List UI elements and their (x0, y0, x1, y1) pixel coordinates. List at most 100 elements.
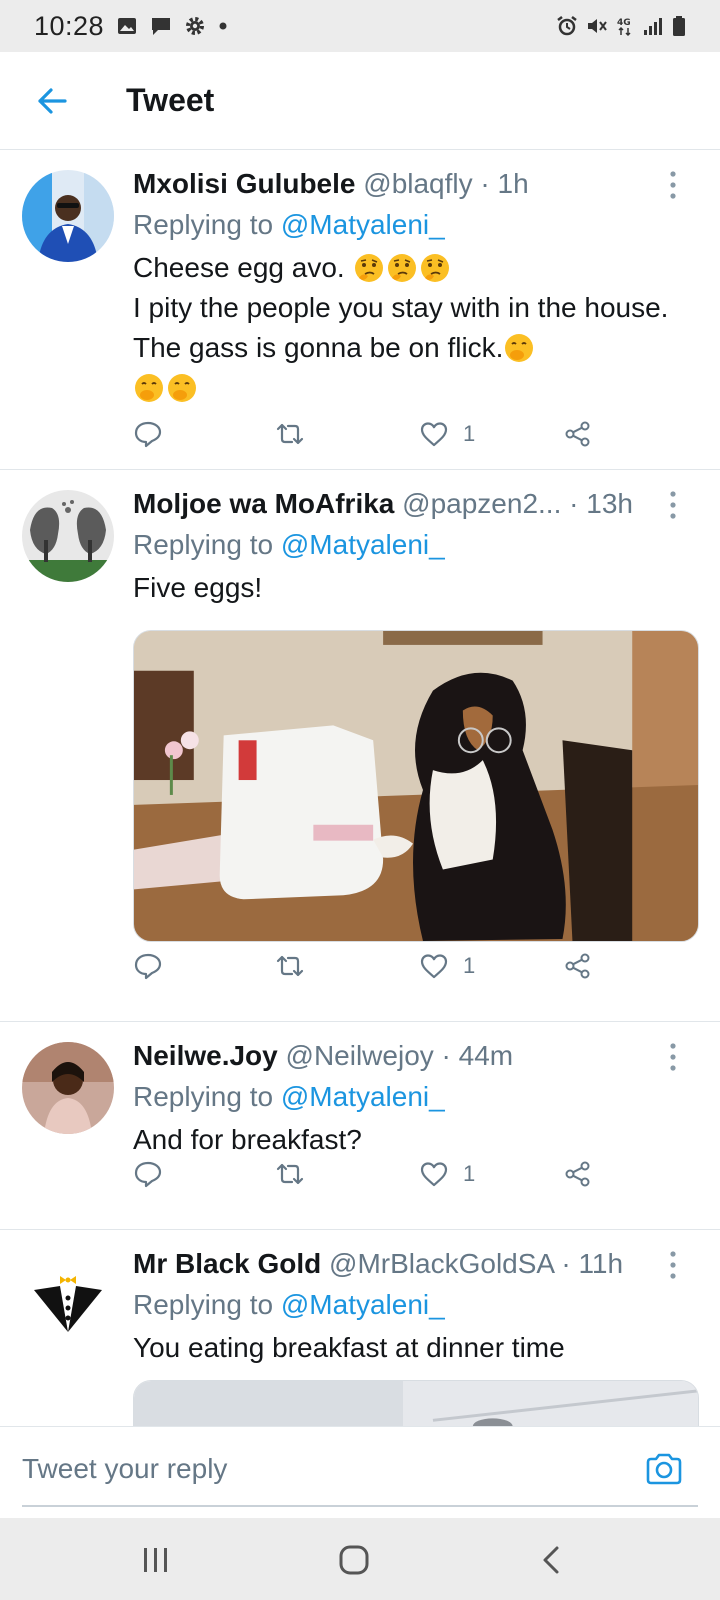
chevron-left-icon (543, 1546, 559, 1574)
tweet-author-name[interactable]: Neilwe.Joy (133, 1040, 278, 1071)
thinking-face-emoji-icon (419, 252, 451, 284)
more-vertical-icon (670, 171, 676, 199)
separator-dot: · (569, 488, 579, 519)
more-options-button[interactable] (666, 1042, 680, 1072)
comment-icon (134, 421, 162, 448)
signal-icon (642, 15, 664, 37)
more-notifications-dot-icon (218, 15, 228, 37)
retweet-button[interactable] (275, 1159, 305, 1189)
camera-icon (646, 1453, 682, 1485)
separator-dot: · (561, 1248, 571, 1279)
tweet-reply[interactable]: Moljoe wa MoAfrika @papzen2... · 13h Rep… (0, 470, 720, 1022)
like-button[interactable]: 1 (419, 419, 475, 449)
retweet-button[interactable] (275, 951, 305, 981)
replying-to-label: Replying to (133, 1289, 281, 1320)
heart-icon (420, 1162, 448, 1187)
like-count: 1 (463, 421, 476, 446)
more-options-button[interactable] (666, 170, 680, 200)
mention-link[interactable]: @Matyaleni_ (281, 529, 445, 560)
like-count: 1 (463, 1161, 476, 1186)
comment-icon (134, 1161, 162, 1188)
avatar[interactable] (22, 1250, 114, 1342)
thinking-face-emoji-icon (353, 252, 385, 284)
battery-icon (672, 15, 686, 37)
tweet-text: Cheese egg avo. I pity the people you st… (133, 248, 690, 408)
mention-link[interactable]: @Matyaleni_ (281, 1081, 445, 1112)
more-vertical-icon (670, 1043, 676, 1071)
like-button[interactable]: 1 (419, 1159, 475, 1189)
separator-dot: · (480, 168, 490, 199)
camera-button[interactable] (644, 1449, 684, 1489)
like-button[interactable]: 1 (419, 951, 475, 981)
retweet-icon (276, 1163, 304, 1185)
tweet-media-image[interactable] (133, 630, 699, 942)
replying-to-line: Replying to @Matyaleni_ (133, 204, 690, 246)
recent-apps-button[interactable] (136, 1540, 176, 1580)
back-button[interactable] (30, 79, 74, 123)
mention-link[interactable]: @Matyaleni_ (281, 1289, 445, 1320)
more-vertical-icon (670, 491, 676, 519)
recent-apps-icon (144, 1548, 167, 1572)
like-count: 1 (463, 953, 476, 978)
tweet-author-name[interactable]: Mxolisi Gulubele (133, 168, 355, 199)
reply-button[interactable] (133, 951, 163, 981)
message-notification-icon (150, 15, 172, 37)
tweet-author-name[interactable]: Moljoe wa MoAfrika (133, 488, 394, 519)
input-underline (22, 1505, 698, 1507)
share-icon (565, 953, 590, 979)
replying-to-label: Replying to (133, 209, 281, 240)
replying-to-line: Replying to @Matyaleni_ (133, 1076, 690, 1118)
more-options-button[interactable] (666, 490, 680, 520)
mention-link[interactable]: @Matyaleni_ (281, 209, 445, 240)
tweet-timestamp: 1h (497, 168, 529, 199)
tweet-text: Five eggs! (133, 568, 690, 608)
tweet-reply-input[interactable] (22, 1445, 582, 1493)
status-time: 10:28 (34, 10, 105, 41)
tweet-reply[interactable]: Mxolisi Gulubele @blaqfly · 1h Replying … (0, 150, 720, 470)
tweet-media-image[interactable] (133, 1380, 699, 1426)
avatar[interactable] (22, 170, 114, 262)
tweet-author-handle[interactable]: @MrBlackGoldSA (329, 1248, 554, 1279)
tweet-timestamp: 44m (458, 1040, 514, 1071)
back-nav-button[interactable] (532, 1540, 572, 1580)
retweet-button[interactable] (275, 419, 305, 449)
reply-composer (0, 1426, 720, 1518)
tweet-reply[interactable]: Mr Black Gold @MrBlackGoldSA · 11h Reply… (0, 1230, 720, 1426)
svg-text:4G: 4G (617, 18, 631, 28)
arrow-left-icon (38, 87, 67, 114)
replying-to-line: Replying to @Matyaleni_ (133, 1284, 690, 1326)
retweet-icon (276, 955, 304, 977)
avatar[interactable] (22, 490, 114, 582)
tweet-author-name[interactable]: Mr Black Gold (133, 1248, 321, 1279)
gallery-notification-icon (116, 15, 138, 37)
page-title: Tweet (126, 82, 215, 118)
share-icon (565, 421, 590, 447)
comment-icon (134, 953, 162, 980)
tweet-author-handle[interactable]: @Neilwejoy (286, 1040, 434, 1071)
system-navigation-bar (0, 1518, 720, 1600)
avatar[interactable] (22, 1042, 114, 1134)
replying-to-line: Replying to @Matyaleni_ (133, 524, 690, 566)
mute-icon (586, 15, 608, 37)
tweet-text-line: Cheese egg avo. (133, 252, 345, 283)
separator-dot: · (441, 1040, 451, 1071)
tweet-reply[interactable]: Neilwe.Joy @Neilwejoy · 44m Replying to … (0, 1022, 720, 1230)
share-button[interactable] (563, 951, 593, 981)
share-button[interactable] (563, 1159, 593, 1189)
home-button[interactable] (334, 1540, 374, 1580)
reply-button[interactable] (133, 419, 163, 449)
tweet-author-handle[interactable]: @blaqfly (363, 168, 472, 199)
more-options-button[interactable] (666, 1250, 680, 1280)
more-vertical-icon (670, 1251, 676, 1279)
share-button[interactable] (563, 419, 593, 449)
tweet-timestamp: 11h (578, 1248, 624, 1279)
hand-over-mouth-emoji-icon (133, 372, 165, 404)
replying-to-label: Replying to (133, 1081, 281, 1112)
hand-over-mouth-emoji-icon (166, 372, 198, 404)
network-4g-icon: 4G (616, 15, 634, 37)
home-icon (339, 1545, 369, 1575)
tweet-author-handle[interactable]: @papzen2... (402, 488, 561, 519)
thinking-face-emoji-icon (386, 252, 418, 284)
share-icon (565, 1161, 590, 1187)
reply-button[interactable] (133, 1159, 163, 1189)
